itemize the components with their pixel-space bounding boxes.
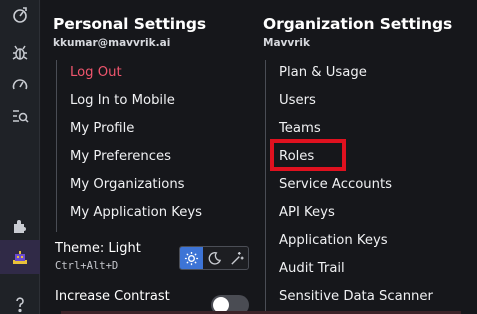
sensitive-data-scanner-link[interactable]: Sensitive Data Scanner (279, 288, 433, 306)
rocket-icon[interactable] (8, 3, 32, 27)
theme-toggle (179, 246, 249, 270)
api-keys-link[interactable]: API Keys (279, 204, 335, 222)
user-email: kkumar@mavvrik.ai (53, 37, 171, 49)
organization-settings-menu: Plan & Usage Users Teams Roles Service A… (265, 60, 433, 314)
log-in-to-mobile-link[interactable]: Log In to Mobile (70, 92, 175, 110)
avatar-icon[interactable] (0, 240, 40, 274)
help-icon[interactable] (8, 292, 32, 314)
bug-icon[interactable] (8, 41, 32, 65)
theme-setting: Theme: Light Ctrl+Alt+D (55, 240, 141, 273)
organization-settings-title: Organization Settings (263, 15, 453, 33)
my-profile-link[interactable]: My Profile (70, 120, 134, 138)
plan-and-usage-link[interactable]: Plan & Usage (279, 64, 367, 82)
auto-theme-icon (231, 251, 244, 265)
audit-trail-link[interactable]: Audit Trail (279, 260, 345, 278)
puzzle-icon[interactable] (8, 214, 32, 238)
organization-settings-header: Organization Settings Mavvrik (263, 14, 473, 50)
settings-panel: Personal Settings kkumar@mavvrik.ai Orga… (41, 0, 477, 314)
dark-theme-button[interactable] (203, 247, 226, 269)
auto-theme-button[interactable] (225, 247, 248, 269)
my-organizations-link[interactable]: My Organizations (70, 176, 185, 194)
left-nav-rail (0, 0, 40, 314)
theme-shortcut: Ctrl+Alt+D (55, 260, 119, 272)
light-theme-button[interactable] (180, 247, 203, 269)
service-accounts-link[interactable]: Service Accounts (279, 176, 392, 194)
log-out-link[interactable]: Log Out (70, 64, 122, 82)
personal-settings-title: Personal Settings (53, 15, 207, 33)
my-application-keys-link[interactable]: My Application Keys (70, 204, 202, 222)
users-link[interactable]: Users (279, 92, 316, 110)
sun-icon (184, 251, 198, 265)
increase-contrast-label: Increase Contrast (55, 289, 170, 304)
organization-name: Mavvrik (263, 37, 310, 49)
roles-highlight-box (270, 139, 346, 171)
moon-icon (208, 251, 221, 265)
theme-label: Theme: Light (55, 241, 141, 256)
teams-link[interactable]: Teams (279, 120, 321, 138)
speedometer-icon[interactable] (8, 73, 32, 97)
my-preferences-link[interactable]: My Preferences (70, 148, 171, 166)
personal-settings-menu: Log Out Log In to Mobile My Profile My P… (56, 60, 202, 232)
application-keys-link[interactable]: Application Keys (279, 232, 388, 250)
personal-settings-header: Personal Settings kkumar@mavvrik.ai (53, 14, 253, 50)
debug-list-icon[interactable] (8, 104, 32, 128)
